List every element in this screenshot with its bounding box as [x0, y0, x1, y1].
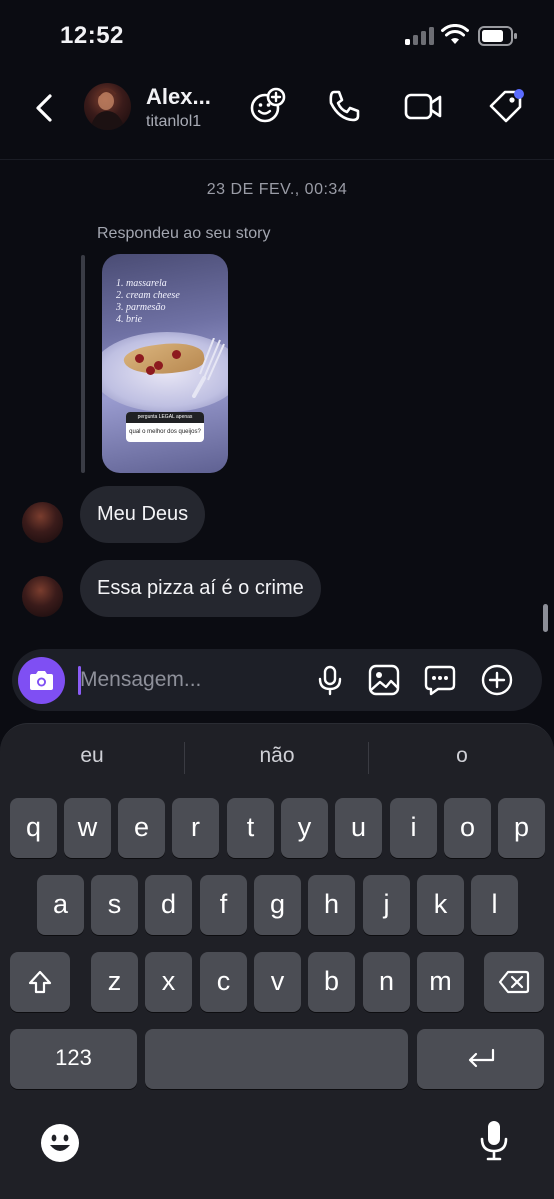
camera-button[interactable]: [18, 657, 65, 704]
battery-icon: [478, 26, 517, 46]
story-thumbnail[interactable]: 1. massarela 2. cream cheese 3. parmesão…: [102, 254, 228, 473]
key[interactable]: d: [145, 875, 192, 935]
key[interactable]: a: [37, 875, 84, 935]
delete-icon: [498, 970, 530, 994]
fork-icon: [192, 338, 225, 398]
sticker-message-icon[interactable]: [424, 664, 456, 696]
story-question-sticker: pergunta LEGAL apenas qual o melhor dos …: [126, 412, 204, 442]
contact-name[interactable]: Alex...: [146, 84, 211, 110]
dictation-icon[interactable]: [474, 1119, 514, 1163]
key[interactable]: z: [91, 952, 138, 1012]
key[interactable]: h: [308, 875, 355, 935]
video-camera-icon[interactable]: [403, 86, 443, 126]
contact-username[interactable]: titanlol1: [146, 113, 201, 131]
key[interactable]: p: [498, 798, 545, 858]
message-bubble[interactable]: Essa pizza aí é o crime: [80, 560, 321, 617]
avatar[interactable]: [22, 576, 63, 617]
key[interactable]: x: [145, 952, 192, 1012]
space-bar[interactable]: [145, 1029, 408, 1089]
suggestion-item[interactable]: eu: [17, 744, 167, 768]
key[interactable]: c: [200, 952, 247, 1012]
message-bubble[interactable]: Meu Deus: [80, 486, 206, 543]
key[interactable]: o: [444, 798, 491, 858]
suggestion-divider: [184, 742, 185, 774]
chat-header: Alex... titanlol1: [0, 72, 554, 160]
message-thread[interactable]: 23 DE FEV., 00:34 Respondeu ao seu story…: [0, 161, 554, 649]
key[interactable]: b: [308, 952, 355, 1012]
sticker-add-icon[interactable]: [247, 86, 287, 126]
gallery-icon[interactable]: [368, 664, 400, 696]
key[interactable]: e: [118, 798, 165, 858]
message-composer: [12, 649, 542, 711]
suggestion-divider: [368, 742, 369, 774]
back-icon[interactable]: [30, 88, 60, 128]
wifi-icon: [441, 24, 469, 44]
key[interactable]: u: [335, 798, 382, 858]
key[interactable]: v: [254, 952, 301, 1012]
notification-dot: [514, 89, 524, 99]
scrollbar[interactable]: [543, 604, 548, 632]
avatar[interactable]: [22, 502, 63, 543]
key[interactable]: w: [64, 798, 111, 858]
delete-key[interactable]: [484, 952, 544, 1012]
keyboard: eu não o q w e r t y u i o p a s d f g h…: [0, 723, 554, 1199]
key[interactable]: q: [10, 798, 57, 858]
numbers-key[interactable]: 123: [10, 1029, 137, 1089]
key[interactable]: t: [227, 798, 274, 858]
key[interactable]: i: [390, 798, 437, 858]
key[interactable]: m: [417, 952, 464, 1012]
return-key[interactable]: [417, 1029, 544, 1089]
reply-indicator-bar: [81, 255, 85, 473]
key[interactable]: k: [417, 875, 464, 935]
suggestion-item[interactable]: o: [387, 744, 537, 768]
key[interactable]: n: [363, 952, 410, 1012]
microphone-icon[interactable]: [314, 664, 346, 696]
story-reply-label: Respondeu ao seu story: [97, 225, 271, 242]
key[interactable]: l: [471, 875, 518, 935]
emoji-icon[interactable]: [40, 1121, 80, 1165]
shift-icon: [28, 970, 52, 994]
key[interactable]: g: [254, 875, 301, 935]
phone-icon[interactable]: [324, 86, 364, 126]
suggestion-item[interactable]: não: [202, 744, 352, 768]
status-bar: 12:52: [0, 0, 554, 72]
thread-timestamp: 23 DE FEV., 00:34: [206, 181, 348, 198]
key[interactable]: y: [281, 798, 328, 858]
cellular-signal-icon: [405, 27, 434, 45]
tag-icon[interactable]: [486, 86, 526, 126]
key[interactable]: j: [363, 875, 410, 935]
return-icon: [468, 1048, 494, 1068]
key[interactable]: s: [91, 875, 138, 935]
message-input[interactable]: [80, 659, 300, 701]
status-time: 12:52: [60, 22, 124, 49]
shift-key[interactable]: [10, 952, 70, 1012]
avatar[interactable]: [84, 83, 131, 130]
story-text-list: 1. massarela 2. cream cheese 3. parmesão…: [116, 278, 180, 325]
key[interactable]: r: [172, 798, 219, 858]
key[interactable]: f: [200, 875, 247, 935]
plus-circle-icon[interactable]: [481, 664, 513, 696]
camera-icon: [30, 671, 53, 690]
